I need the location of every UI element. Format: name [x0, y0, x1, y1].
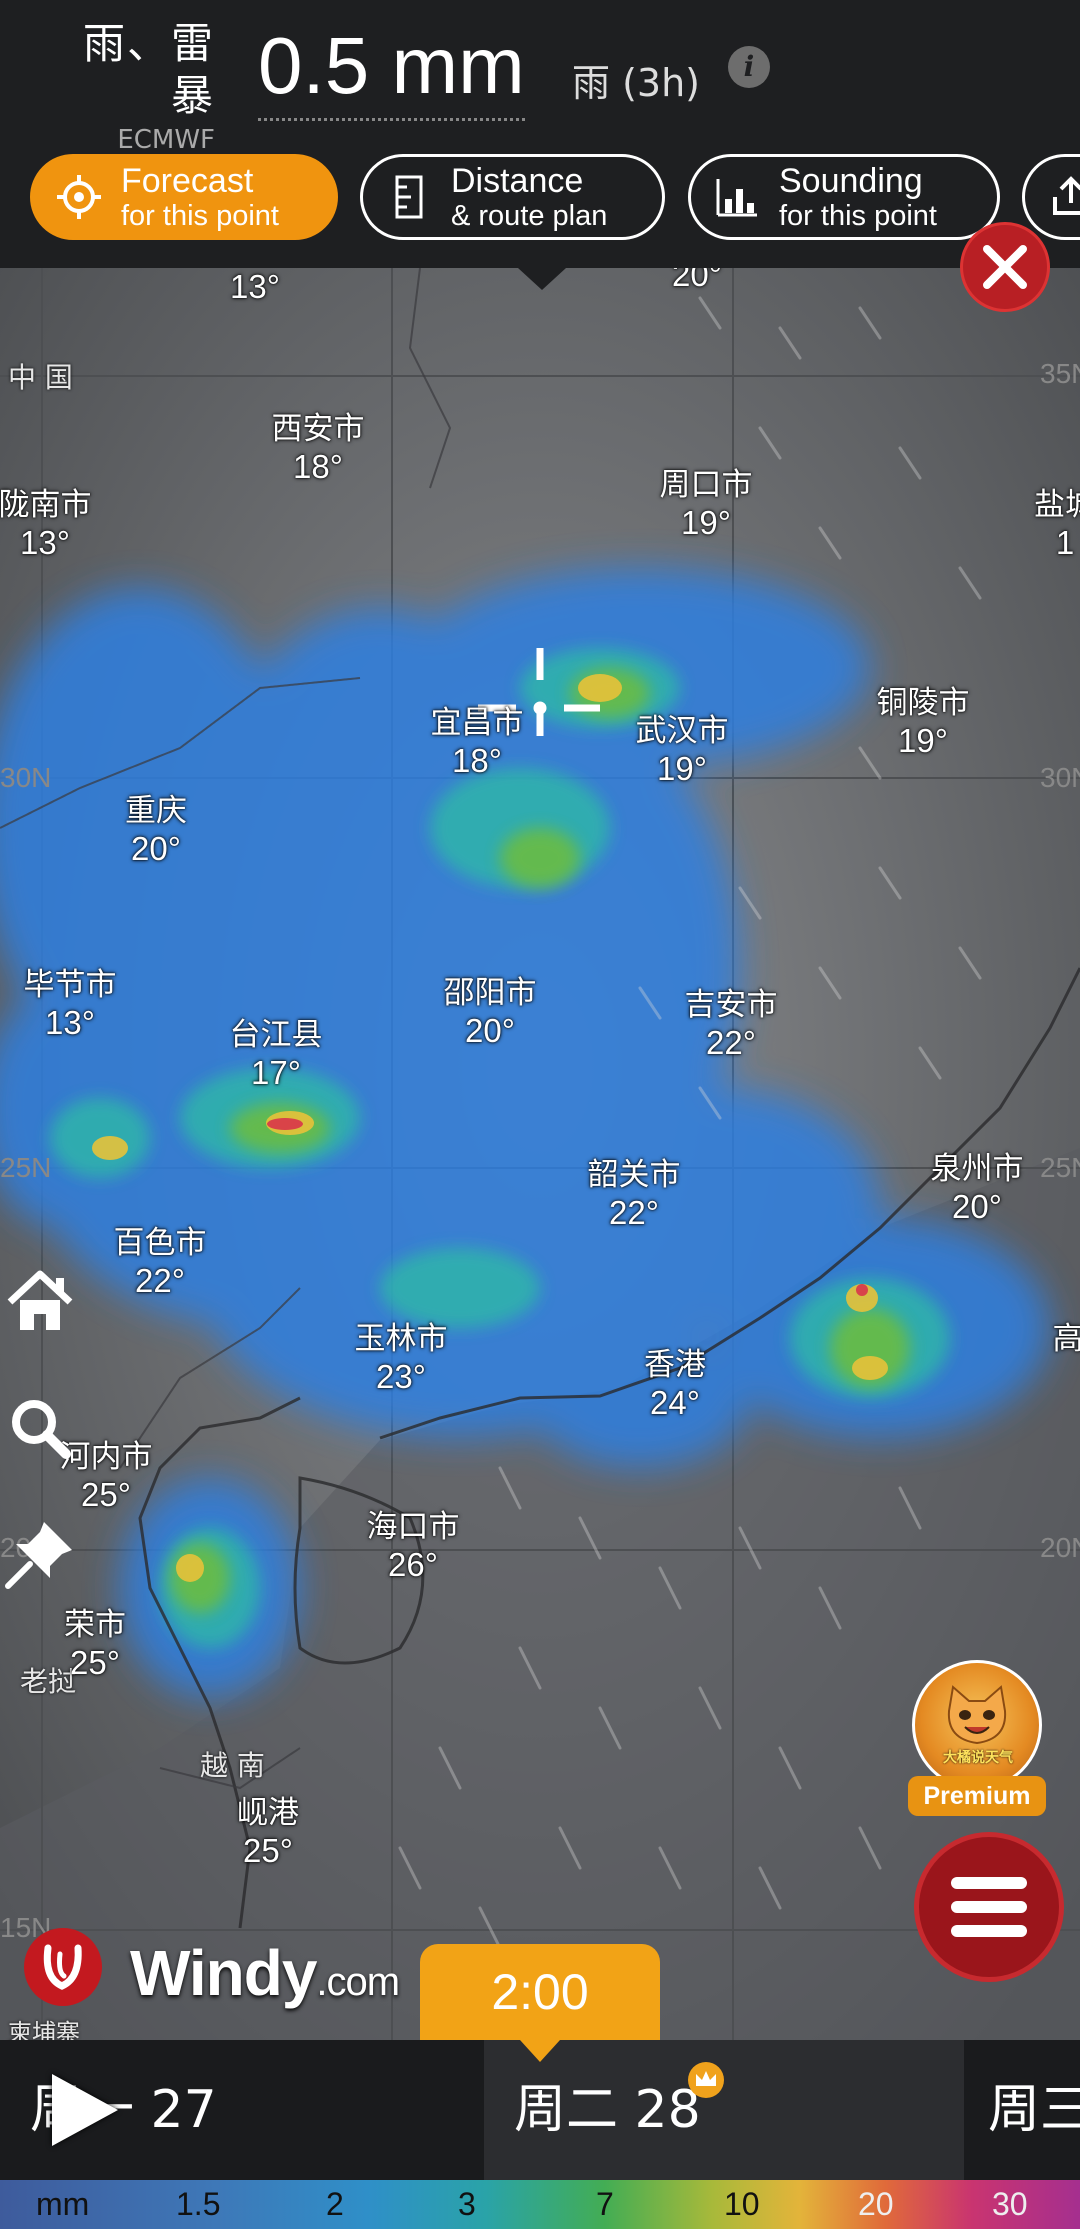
close-icon	[983, 245, 1027, 289]
legend-tick: 30	[992, 2186, 1028, 2222]
crown-icon	[688, 2062, 724, 2098]
weather-condition: 雨、雷暴	[82, 19, 215, 120]
forecast-sublabel: for this point	[121, 199, 279, 232]
legend-unit: mm	[36, 2186, 90, 2222]
precipitation-layer	[0, 268, 1080, 2040]
lat-label: 20N	[1040, 1532, 1080, 1563]
distance-label: Distance	[451, 161, 584, 200]
lat-label: 25N	[0, 1152, 52, 1183]
city-label[interactable]: 泉州市 20°	[931, 1150, 1024, 1226]
legend-tick: 10	[724, 2186, 760, 2222]
crosshair-icon	[57, 175, 101, 219]
city-label[interactable]: 13°	[230, 268, 280, 306]
city-label[interactable]: 邵阳市 20°	[444, 974, 537, 1050]
avatar-caption: 大橘说天气	[943, 1750, 1013, 1766]
menu-icon	[951, 1877, 1027, 1889]
weather-map[interactable]: 30N 30N 25N 25N 20N 20N 15N 35N 中 国 越 南 …	[0, 268, 1080, 2040]
distance-sublabel: & route plan	[451, 199, 608, 232]
city-label[interactable]: 周口市 19°	[660, 466, 753, 542]
info-icon[interactable]: i	[728, 46, 770, 88]
close-button[interactable]	[960, 222, 1050, 312]
precip-legend[interactable]: mm 1.5 2 3 7 10 20 30	[0, 2180, 1080, 2229]
brand-name: Windy.com	[130, 1937, 400, 2009]
city-label[interactable]: 高	[1053, 1320, 1080, 1358]
time-pointer	[520, 2040, 560, 2062]
legend-tick: 2	[326, 2186, 344, 2222]
city-label[interactable]: 台江县 17°	[230, 1016, 323, 1092]
day-tab-wed[interactable]: 周三	[988, 2040, 1080, 2180]
distance-route-button[interactable]: Distance & route plan	[360, 154, 665, 240]
bar-chart-icon	[716, 179, 757, 217]
precip-period: 雨 (3h)	[572, 61, 700, 105]
lat-label: 35N	[1040, 358, 1080, 389]
city-label[interactable]: 吉安市 22°	[685, 986, 778, 1062]
city-label[interactable]: 毕节市 13°	[24, 966, 117, 1042]
city-label[interactable]: 海口市 26°	[367, 1508, 460, 1584]
pin-icon[interactable]	[0, 1514, 80, 1594]
home-icon[interactable]	[0, 1260, 80, 1340]
lat-label: 30N	[0, 762, 52, 793]
city-label[interactable]: 铜陵市 19°	[877, 684, 970, 760]
city-label[interactable]: 岘港 25°	[237, 1794, 299, 1870]
region-label: 柬埔寨	[8, 2019, 80, 2040]
forecast-model[interactable]: ECMWF	[40, 122, 215, 158]
weather-condition-block: 雨、雷暴 ECMWF	[40, 18, 215, 158]
time-indicator[interactable]: 2:00	[420, 1944, 660, 2040]
windy-logo-icon	[24, 1928, 102, 2006]
forecast-label: Forecast	[121, 161, 254, 200]
main-menu-button[interactable]	[914, 1832, 1064, 1982]
legend-tick: 20	[858, 2186, 894, 2222]
forecast-point-button[interactable]: Forecast for this point	[30, 154, 338, 240]
region-label: 越 南	[200, 1749, 265, 1782]
legend-tick: 3	[458, 2186, 476, 2222]
play-icon[interactable]	[52, 2074, 118, 2146]
ruler-icon	[395, 175, 423, 219]
city-label[interactable]: 宜昌市 18°	[431, 704, 524, 780]
region-label: 中 国	[8, 361, 73, 394]
city-label[interactable]: 韶关市 22°	[588, 1156, 681, 1232]
premium-badge[interactable]: Premium	[908, 1776, 1046, 1816]
city-label[interactable]: 香港 24°	[644, 1346, 706, 1422]
city-label[interactable]: 20°	[672, 268, 722, 294]
city-label[interactable]: 西安市 18°	[272, 410, 365, 486]
share-icon	[1053, 176, 1080, 215]
city-label[interactable]: 百色市 22°	[114, 1224, 207, 1300]
city-label[interactable]: 陇南市 13°	[0, 486, 92, 562]
legend-tick: 1.5	[176, 2186, 221, 2222]
search-icon[interactable]	[0, 1388, 80, 1468]
city-label[interactable]: 玉林市 23°	[355, 1320, 448, 1396]
user-avatar[interactable]: 大橘说天气	[912, 1660, 1042, 1790]
precip-value[interactable]: 0.5 mm	[258, 18, 525, 121]
city-label[interactable]: 重庆 20°	[125, 792, 187, 868]
lat-label: 25N	[1040, 1152, 1080, 1183]
sounding-label: Sounding	[779, 161, 923, 200]
header-pointer	[518, 268, 566, 290]
city-label[interactable]: 荣市 25°	[64, 1606, 126, 1682]
sounding-sublabel: for this point	[779, 199, 937, 232]
weather-header: 雨、雷暴 ECMWF 0.5 mm 雨 (3h) i Forecast for …	[0, 0, 1080, 268]
lat-label: 30N	[1040, 762, 1080, 793]
city-label[interactable]: 武汉市 19°	[636, 712, 729, 788]
legend-tick: 7	[596, 2186, 614, 2222]
sounding-button[interactable]: Sounding for this point	[688, 154, 1000, 240]
city-label[interactable]: 盐城1	[1034, 486, 1080, 562]
